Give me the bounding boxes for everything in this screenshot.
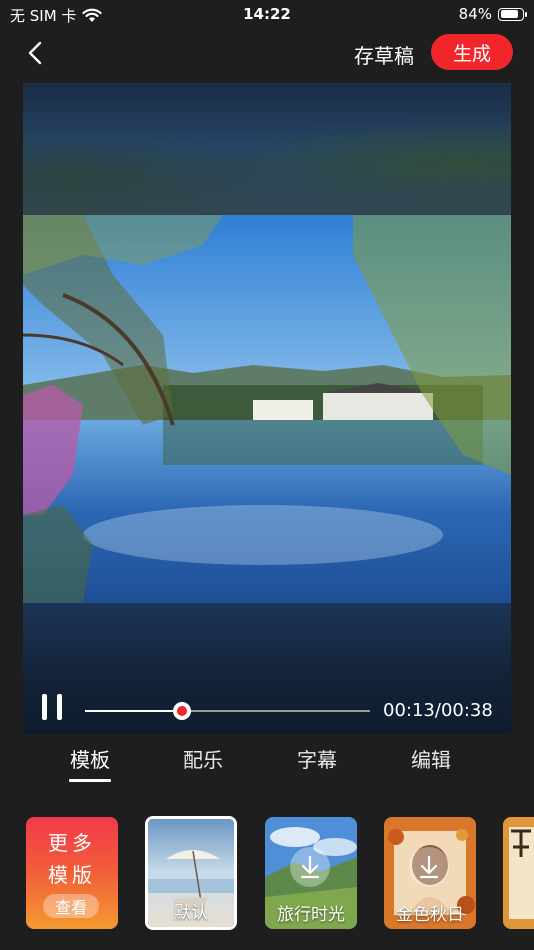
generate-button[interactable]: 生成 xyxy=(431,34,513,70)
tab-template[interactable]: 模板 xyxy=(55,744,125,782)
template-label: 旅行时光 xyxy=(277,905,345,925)
more-templates-card[interactable]: 更多 模版 查看 xyxy=(26,817,118,929)
view-more-button[interactable]: 查看 xyxy=(43,894,99,918)
tab-subtitles[interactable]: 字幕 xyxy=(282,744,352,773)
template-card-golden-autumn[interactable]: 金色秋日 xyxy=(384,817,476,929)
video-preview[interactable] xyxy=(23,83,511,734)
status-bar: 无 SIM 卡 14:22 84% xyxy=(0,0,534,30)
download-icon[interactable] xyxy=(290,847,330,887)
save-draft-button[interactable]: 存草稿 xyxy=(354,40,414,69)
progress-played xyxy=(85,710,182,712)
editor-header: 存草稿 生成 xyxy=(0,30,534,76)
tab-label: 配乐 xyxy=(183,748,223,772)
template-label: 金色秋日 xyxy=(396,905,464,925)
clock: 14:22 xyxy=(243,5,291,23)
template-label: 默认 xyxy=(174,903,208,923)
template-card-partial[interactable] xyxy=(503,817,534,929)
more-line2: 模版 xyxy=(48,863,96,887)
timecode: 00:13/00:38 xyxy=(383,700,493,721)
battery-icon xyxy=(498,7,527,21)
progress-track[interactable] xyxy=(85,702,370,720)
battery-status: 84% xyxy=(458,5,527,23)
more-line1: 更多 xyxy=(48,831,96,855)
chevron-left-icon[interactable] xyxy=(22,38,52,68)
tab-label: 模板 xyxy=(70,748,110,772)
video-blur-top xyxy=(23,83,511,215)
pause-icon[interactable] xyxy=(42,694,64,720)
download-icon[interactable] xyxy=(409,847,449,887)
template-card-travel[interactable]: 旅行时光 xyxy=(265,817,357,929)
battery-percent: 84% xyxy=(458,5,492,23)
tab-label: 字幕 xyxy=(297,748,337,772)
video-frame-image xyxy=(23,215,511,603)
active-tab-indicator xyxy=(69,779,111,782)
tab-edit[interactable]: 编辑 xyxy=(396,744,466,773)
tab-label: 编辑 xyxy=(411,748,451,772)
progress-knob[interactable] xyxy=(172,702,191,720)
editor-tabs: 模板 配乐 字幕 编辑 xyxy=(0,744,534,784)
player-controls: 00:13/00:38 xyxy=(23,688,511,734)
template-thumbnail xyxy=(503,817,534,929)
template-card-default[interactable]: 默认 xyxy=(145,816,237,930)
template-list: 更多 模版 查看 默认 旅行时光 金色秋日 xyxy=(0,815,534,933)
tab-music[interactable]: 配乐 xyxy=(168,744,238,773)
